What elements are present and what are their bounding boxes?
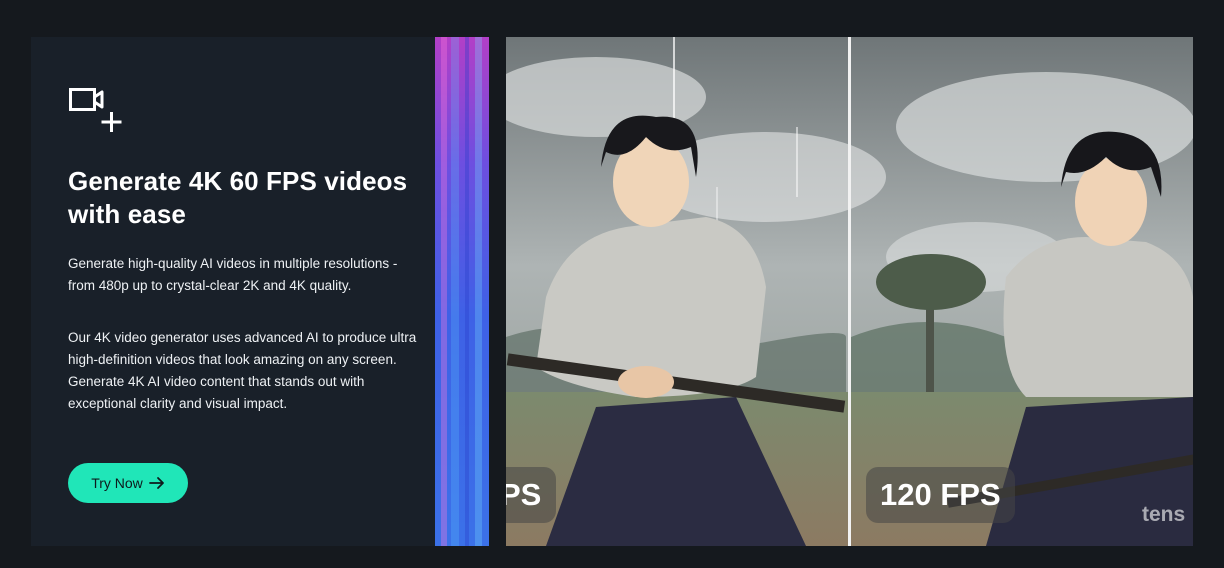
comparison-frame-illustration	[506, 37, 1193, 546]
video-add-icon	[69, 88, 122, 132]
fps-comparison-video: PS 120 FPS tens	[506, 37, 1193, 546]
feature-details: Our 4K video generator uses advanced AI …	[68, 330, 417, 411]
arrow-right-icon	[148, 477, 164, 489]
decorative-gradient-stripe	[435, 37, 489, 546]
fps-label-left: PS	[506, 467, 556, 523]
watermark-text: tens	[1142, 503, 1186, 526]
feature-panel: Generate 4K 60 FPS videos with ease Gene…	[31, 37, 435, 546]
try-now-label: Try Now	[91, 475, 143, 491]
feature-headline: Generate 4K 60 FPS videos with ease	[68, 166, 408, 229]
try-now-button[interactable]: Try Now	[68, 463, 188, 503]
fps-label-120: 120 FPS	[866, 467, 1015, 523]
feature-description: Generate high-quality AI videos in multi…	[68, 256, 398, 293]
